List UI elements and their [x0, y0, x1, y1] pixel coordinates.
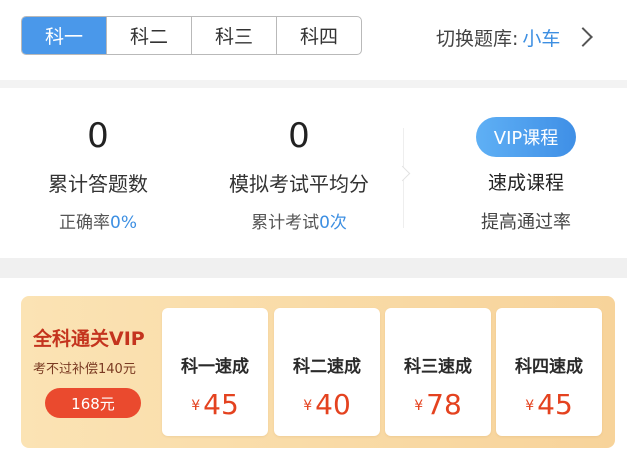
exam-count-value: 0次	[319, 213, 347, 233]
chevron-right-icon	[573, 27, 594, 47]
promo-subtitle: 考不过补偿140元	[33, 362, 136, 377]
yen-symbol: ¥	[525, 398, 535, 414]
course-price: ¥78	[385, 388, 491, 421]
divider-arrow-icon	[394, 165, 411, 182]
course-card-subject-4[interactable]: 科四速成 ¥45	[496, 308, 602, 436]
exam-average-score: 0	[288, 116, 310, 156]
course-price: ¥45	[496, 388, 602, 421]
switch-bank-label: 切换题库:	[436, 27, 519, 50]
answered-count: 0	[87, 116, 109, 156]
course-card-subject-1[interactable]: 科一速成 ¥45	[162, 308, 268, 436]
yen-symbol: ¥	[191, 398, 201, 414]
course-price-value: 45	[203, 388, 239, 421]
exam-average-label: 模拟考试平均分	[229, 172, 369, 196]
course-price: ¥45	[162, 388, 268, 421]
stat-answered[interactable]: 0 累计答题数 正确率0%	[20, 88, 176, 258]
tab-subject-2[interactable]: 科二	[107, 17, 192, 54]
stat-exam[interactable]: 0 模拟考试平均分 累计考试0次	[210, 88, 388, 258]
vip-promo-card[interactable]: 全科通关VIP 考不过补偿140元 168元 科一速成 ¥45 科二速成 ¥40…	[21, 296, 615, 448]
yen-symbol: ¥	[303, 398, 313, 414]
accuracy-line: 正确率0%	[20, 208, 176, 233]
promo-title: 全科通关VIP	[33, 328, 145, 350]
course-price-value: 40	[315, 388, 351, 421]
vip-course-badge[interactable]: VIP课程	[476, 117, 576, 157]
vip-course-entry[interactable]: 速成课程 提高通过率	[456, 88, 596, 258]
tab-subject-4[interactable]: 科四	[277, 17, 361, 54]
tab-subject-3[interactable]: 科三	[192, 17, 277, 54]
exam-count-label: 累计考试	[251, 213, 320, 233]
vip-course-sub: 提高通过率	[481, 212, 571, 233]
section-divider	[0, 258, 627, 278]
top-bar: 科一 科二 科三 科四 切换题库: 小车	[0, 0, 627, 80]
tab-subject-1[interactable]: 科一	[22, 17, 107, 54]
course-card-subject-2[interactable]: 科二速成 ¥40	[274, 308, 380, 436]
course-card-subject-3[interactable]: 科三速成 ¥78	[385, 308, 491, 436]
course-name: 科三速成	[404, 357, 472, 377]
promo-section: 全科通关VIP 考不过补偿140元 168元 科一速成 ¥45 科二速成 ¥40…	[0, 278, 627, 466]
exam-count-line: 累计考试0次	[210, 208, 388, 233]
course-name: 科四速成	[515, 357, 583, 377]
stats-panel: 0 累计答题数 正确率0% 0 模拟考试平均分 累计考试0次 速成课程 提高通过…	[0, 88, 627, 258]
section-divider	[0, 80, 627, 88]
subject-tabs: 科一 科二 科三 科四	[21, 16, 362, 55]
course-price: ¥40	[274, 388, 380, 421]
answered-label: 累计答题数	[48, 172, 148, 196]
course-price-value: 78	[426, 388, 462, 421]
promo-price-button[interactable]: 168元	[45, 388, 141, 418]
yen-symbol: ¥	[414, 398, 424, 414]
switch-question-bank[interactable]: 切换题库: 小车	[436, 24, 594, 50]
accuracy-value: 0%	[110, 213, 137, 233]
switch-bank-value: 小车	[522, 27, 561, 50]
accuracy-label: 正确率	[59, 213, 110, 233]
course-name: 科二速成	[293, 357, 361, 377]
course-name: 科一速成	[181, 357, 249, 377]
course-price-value: 45	[537, 388, 573, 421]
vip-course-label: 速成课程	[487, 172, 564, 194]
